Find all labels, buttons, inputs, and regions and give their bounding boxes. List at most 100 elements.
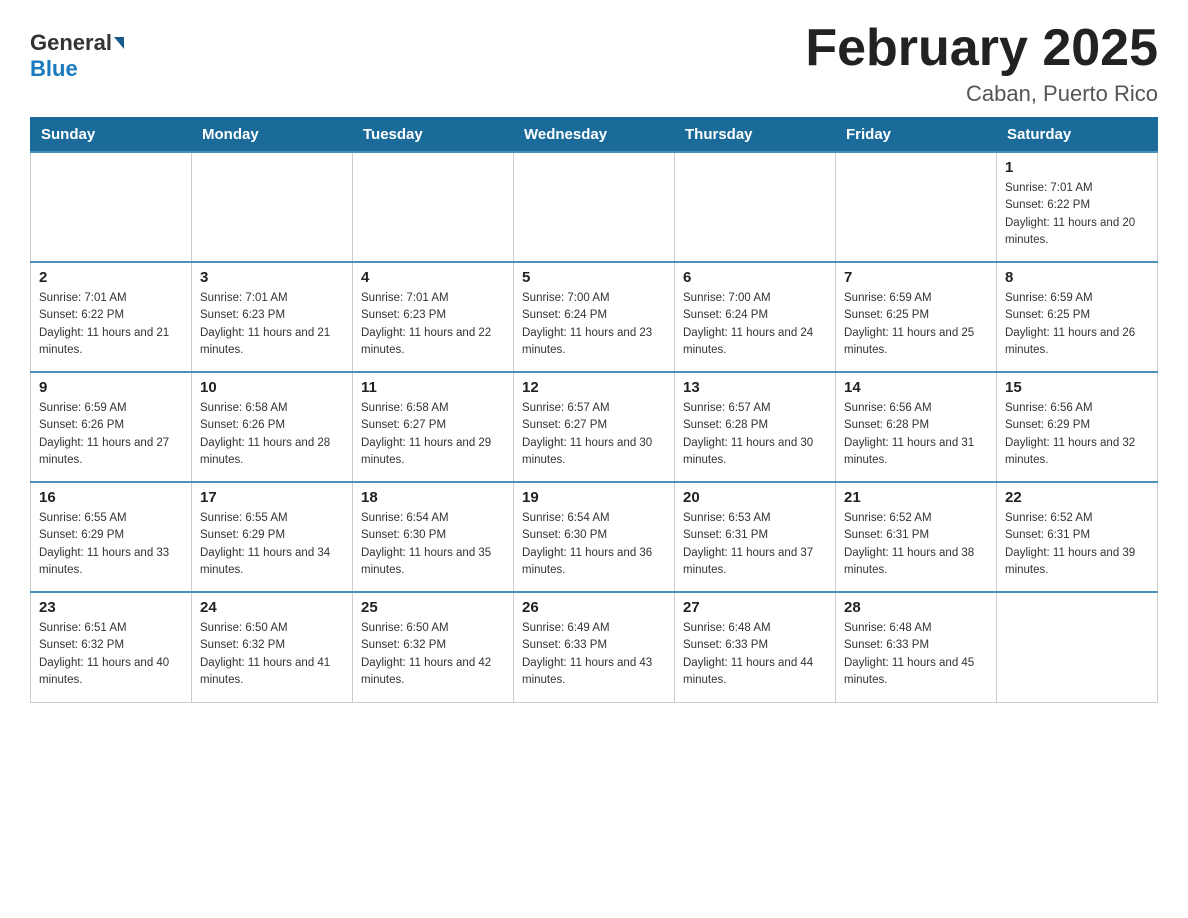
col-friday: Friday xyxy=(836,118,997,153)
day-info: Sunrise: 6:55 AMSunset: 6:29 PMDaylight:… xyxy=(39,510,183,579)
calendar-header-row: Sunday Monday Tuesday Wednesday Thursday… xyxy=(31,118,1158,153)
table-row: 19 Sunrise: 6:54 AMSunset: 6:30 PMDayligh… xyxy=(514,482,675,592)
day-info: Sunrise: 6:49 AMSunset: 6:33 PMDaylight:… xyxy=(522,620,666,689)
table-row: 28 Sunrise: 6:48 AMSunset: 6:33 PMDayligh… xyxy=(836,592,997,702)
table-row: 23 Sunrise: 6:51 AMSunset: 6:32 PMDayligh… xyxy=(31,592,192,702)
table-row: 13 Sunrise: 6:57 AMSunset: 6:28 PMDayligh… xyxy=(675,372,836,482)
logo-arrow-icon xyxy=(114,37,124,49)
day-info: Sunrise: 6:55 AMSunset: 6:29 PMDaylight:… xyxy=(200,510,344,579)
day-number: 15 xyxy=(1005,379,1149,396)
day-number: 26 xyxy=(522,599,666,616)
col-wednesday: Wednesday xyxy=(514,118,675,153)
page-header: General Blue February 2025 Caban, Puerto… xyxy=(30,20,1158,107)
day-info: Sunrise: 6:59 AMSunset: 6:25 PMDaylight:… xyxy=(1005,290,1149,359)
col-saturday: Saturday xyxy=(997,118,1158,153)
day-number: 16 xyxy=(39,489,183,506)
day-number: 11 xyxy=(361,379,505,396)
day-info: Sunrise: 7:00 AMSunset: 6:24 PMDaylight:… xyxy=(683,290,827,359)
day-number: 4 xyxy=(361,269,505,286)
calendar-week-row: 23 Sunrise: 6:51 AMSunset: 6:32 PMDayligh… xyxy=(31,592,1158,702)
day-info: Sunrise: 6:57 AMSunset: 6:28 PMDaylight:… xyxy=(683,400,827,469)
day-info: Sunrise: 6:54 AMSunset: 6:30 PMDaylight:… xyxy=(361,510,505,579)
table-row xyxy=(997,592,1158,702)
table-row: 3 Sunrise: 7:01 AMSunset: 6:23 PMDaylight… xyxy=(192,262,353,372)
month-title: February 2025 xyxy=(805,20,1158,77)
day-number: 13 xyxy=(683,379,827,396)
day-info: Sunrise: 7:00 AMSunset: 6:24 PMDaylight:… xyxy=(522,290,666,359)
day-info: Sunrise: 7:01 AMSunset: 6:23 PMDaylight:… xyxy=(200,290,344,359)
calendar-table: Sunday Monday Tuesday Wednesday Thursday… xyxy=(30,117,1158,703)
table-row: 15 Sunrise: 6:56 AMSunset: 6:29 PMDayligh… xyxy=(997,372,1158,482)
day-number: 25 xyxy=(361,599,505,616)
day-info: Sunrise: 6:54 AMSunset: 6:30 PMDaylight:… xyxy=(522,510,666,579)
day-number: 27 xyxy=(683,599,827,616)
day-number: 10 xyxy=(200,379,344,396)
day-number: 6 xyxy=(683,269,827,286)
day-number: 5 xyxy=(522,269,666,286)
col-tuesday: Tuesday xyxy=(353,118,514,153)
table-row: 8 Sunrise: 6:59 AMSunset: 6:25 PMDaylight… xyxy=(997,262,1158,372)
table-row xyxy=(836,152,997,262)
calendar-week-row: 2 Sunrise: 7:01 AMSunset: 6:22 PMDaylight… xyxy=(31,262,1158,372)
day-number: 9 xyxy=(39,379,183,396)
table-row: 6 Sunrise: 7:00 AMSunset: 6:24 PMDaylight… xyxy=(675,262,836,372)
location-label: Caban, Puerto Rico xyxy=(805,81,1158,107)
day-number: 23 xyxy=(39,599,183,616)
day-info: Sunrise: 6:58 AMSunset: 6:27 PMDaylight:… xyxy=(361,400,505,469)
day-info: Sunrise: 6:57 AMSunset: 6:27 PMDaylight:… xyxy=(522,400,666,469)
table-row xyxy=(192,152,353,262)
day-info: Sunrise: 6:52 AMSunset: 6:31 PMDaylight:… xyxy=(844,510,988,579)
day-info: Sunrise: 6:48 AMSunset: 6:33 PMDaylight:… xyxy=(844,620,988,689)
day-info: Sunrise: 7:01 AMSunset: 6:22 PMDaylight:… xyxy=(1005,180,1149,249)
day-number: 21 xyxy=(844,489,988,506)
day-number: 14 xyxy=(844,379,988,396)
day-number: 20 xyxy=(683,489,827,506)
day-number: 12 xyxy=(522,379,666,396)
day-info: Sunrise: 7:01 AMSunset: 6:23 PMDaylight:… xyxy=(361,290,505,359)
table-row xyxy=(353,152,514,262)
table-row: 5 Sunrise: 7:00 AMSunset: 6:24 PMDaylight… xyxy=(514,262,675,372)
logo-blue: Blue xyxy=(30,56,78,82)
day-info: Sunrise: 6:52 AMSunset: 6:31 PMDaylight:… xyxy=(1005,510,1149,579)
table-row xyxy=(675,152,836,262)
table-row: 9 Sunrise: 6:59 AMSunset: 6:26 PMDaylight… xyxy=(31,372,192,482)
table-row: 10Sunrise: 6:58 AMSunset: 6:26 PMDayligh… xyxy=(192,372,353,482)
table-row xyxy=(31,152,192,262)
day-info: Sunrise: 6:59 AMSunset: 6:26 PMDaylight:… xyxy=(39,400,183,469)
day-number: 17 xyxy=(200,489,344,506)
col-monday: Monday xyxy=(192,118,353,153)
table-row: 26 Sunrise: 6:49 AMSunset: 6:33 PMDayligh… xyxy=(514,592,675,702)
col-sunday: Sunday xyxy=(31,118,192,153)
day-number: 1 xyxy=(1005,159,1149,176)
table-row: 17 Sunrise: 6:55 AMSunset: 6:29 PMDayligh… xyxy=(192,482,353,592)
day-info: Sunrise: 6:56 AMSunset: 6:29 PMDaylight:… xyxy=(1005,400,1149,469)
day-number: 22 xyxy=(1005,489,1149,506)
day-number: 19 xyxy=(522,489,666,506)
logo-text: General xyxy=(30,30,124,56)
table-row: 18 Sunrise: 6:54 AMSunset: 6:30 PMDayligh… xyxy=(353,482,514,592)
table-row: 12 Sunrise: 6:57 AMSunset: 6:27 PMDayligh… xyxy=(514,372,675,482)
table-row: 2 Sunrise: 7:01 AMSunset: 6:22 PMDaylight… xyxy=(31,262,192,372)
title-area: February 2025 Caban, Puerto Rico xyxy=(805,20,1158,107)
calendar-week-row: 9 Sunrise: 6:59 AMSunset: 6:26 PMDaylight… xyxy=(31,372,1158,482)
day-number: 3 xyxy=(200,269,344,286)
table-row: 20 Sunrise: 6:53 AMSunset: 6:31 PMDayligh… xyxy=(675,482,836,592)
day-info: Sunrise: 6:50 AMSunset: 6:32 PMDaylight:… xyxy=(361,620,505,689)
day-info: Sunrise: 6:50 AMSunset: 6:32 PMDaylight:… xyxy=(200,620,344,689)
day-info: Sunrise: 6:51 AMSunset: 6:32 PMDaylight:… xyxy=(39,620,183,689)
calendar-week-row: 16 Sunrise: 6:55 AMSunset: 6:29 PMDayligh… xyxy=(31,482,1158,592)
calendar-week-row: 1 Sunrise: 7:01 AMSunset: 6:22 PMDaylight… xyxy=(31,152,1158,262)
day-number: 8 xyxy=(1005,269,1149,286)
day-info: Sunrise: 6:48 AMSunset: 6:33 PMDaylight:… xyxy=(683,620,827,689)
day-number: 2 xyxy=(39,269,183,286)
table-row: 21 Sunrise: 6:52 AMSunset: 6:31 PMDayligh… xyxy=(836,482,997,592)
day-info: Sunrise: 6:59 AMSunset: 6:25 PMDaylight:… xyxy=(844,290,988,359)
col-thursday: Thursday xyxy=(675,118,836,153)
table-row: 7Sunrise: 6:59 AMSunset: 6:25 PMDaylight… xyxy=(836,262,997,372)
table-row: 24Sunrise: 6:50 AMSunset: 6:32 PMDayligh… xyxy=(192,592,353,702)
day-number: 28 xyxy=(844,599,988,616)
day-info: Sunrise: 7:01 AMSunset: 6:22 PMDaylight:… xyxy=(39,290,183,359)
day-info: Sunrise: 6:53 AMSunset: 6:31 PMDaylight:… xyxy=(683,510,827,579)
day-number: 18 xyxy=(361,489,505,506)
table-row xyxy=(514,152,675,262)
